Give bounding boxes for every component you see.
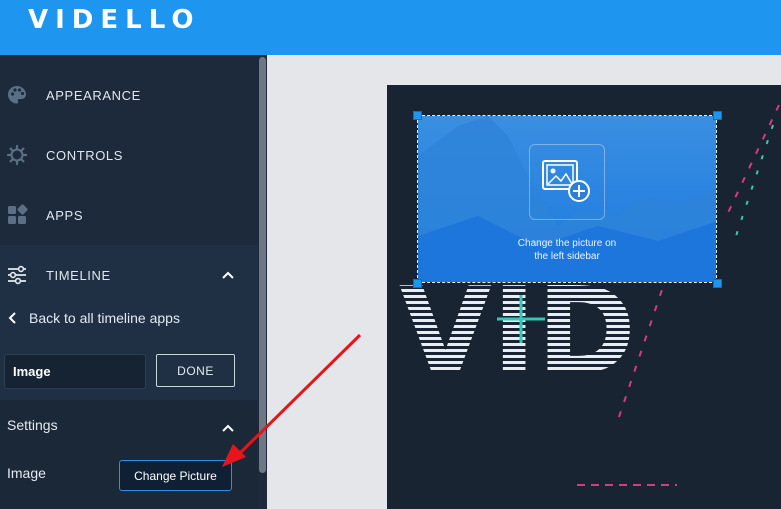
sidebar-item-appearance[interactable]: APPEARANCE bbox=[0, 65, 258, 125]
sidebar-item-timeline[interactable]: TIMELINE bbox=[0, 245, 258, 305]
chevron-up-icon[interactable] bbox=[220, 267, 236, 283]
sidebar-item-apps[interactable]: APPS bbox=[0, 185, 258, 245]
add-image-box[interactable] bbox=[529, 144, 605, 220]
placeholder-hint: Change the picture on the left sidebar bbox=[517, 238, 617, 262]
chevron-up-icon[interactable] bbox=[220, 420, 236, 436]
app-logo: VIDELLO bbox=[28, 5, 201, 35]
sidebar: APPEARANCE CONTROLS APPS TIMELINE Back t… bbox=[0, 55, 267, 509]
scrollbar-thumb[interactable] bbox=[259, 57, 266, 473]
settings-title: Settings bbox=[7, 417, 58, 433]
palette-icon bbox=[6, 84, 28, 106]
sidebar-scrollbar[interactable] bbox=[258, 55, 267, 509]
settings-section: Settings Image Change Picture bbox=[0, 400, 258, 509]
image-placeholder[interactable]: Change the picture on the left sidebar bbox=[417, 115, 717, 283]
apps-icon bbox=[6, 204, 28, 226]
gear-icon bbox=[6, 144, 28, 166]
sidebar-item-label: TIMELINE bbox=[46, 267, 111, 283]
add-image-icon bbox=[542, 160, 590, 202]
resize-handle-bottom-right[interactable] bbox=[713, 279, 722, 288]
app-name-input[interactable] bbox=[4, 354, 146, 389]
resize-handle-bottom-left[interactable] bbox=[413, 279, 422, 288]
back-to-timeline-apps-link[interactable]: Back to all timeline apps bbox=[0, 305, 258, 331]
image-setting-label: Image bbox=[7, 465, 46, 481]
sidebar-item-controls[interactable]: CONTROLS bbox=[0, 125, 258, 185]
resize-handle-top-right[interactable] bbox=[713, 111, 722, 120]
sidebar-item-label: APPS bbox=[46, 207, 84, 223]
sidebar-item-label: CONTROLS bbox=[46, 147, 124, 163]
chevron-left-icon bbox=[7, 311, 19, 325]
sidebar-item-label: APPEARANCE bbox=[46, 87, 141, 103]
app-header: VIDELLO bbox=[0, 0, 781, 55]
change-picture-button[interactable]: Change Picture bbox=[119, 460, 232, 491]
timeline-section: TIMELINE Back to all timeline apps DONE … bbox=[0, 245, 258, 509]
done-button[interactable]: DONE bbox=[156, 354, 235, 387]
video-preview[interactable]: VID Change the picture on the left sideb… bbox=[387, 85, 781, 509]
background-letters: VID bbox=[399, 263, 636, 402]
canvas-area: VID Change the picture on the left sideb… bbox=[267, 55, 781, 509]
sliders-icon bbox=[6, 264, 28, 286]
resize-handle-top-left[interactable] bbox=[413, 111, 422, 120]
back-link-label: Back to all timeline apps bbox=[29, 310, 180, 326]
